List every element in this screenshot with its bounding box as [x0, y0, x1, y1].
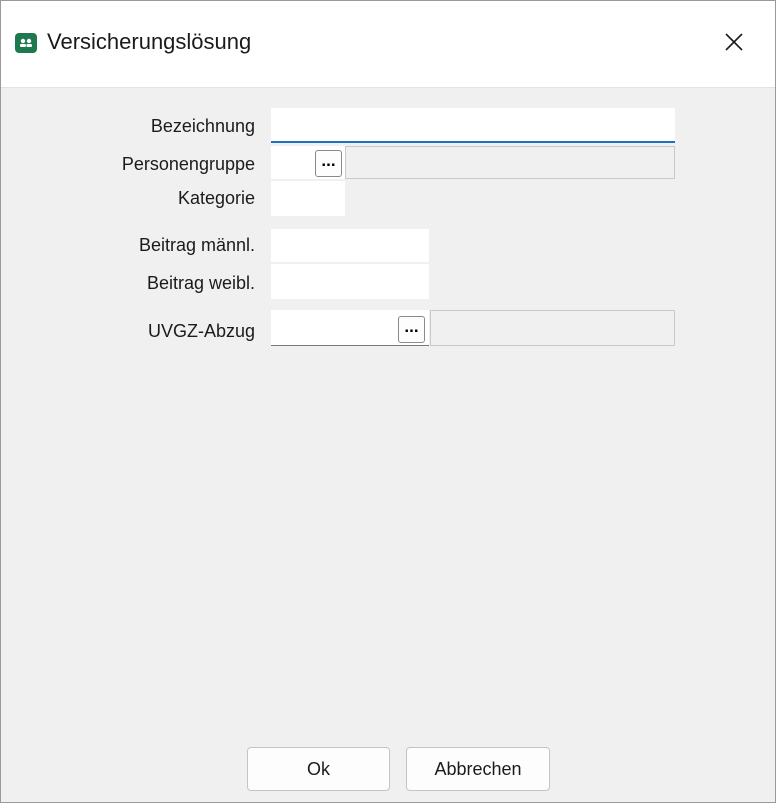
dialog-window: Versicherungslösung Bezeichnung Personen…	[0, 0, 776, 803]
ok-button[interactable]: Ok	[247, 747, 390, 791]
close-icon	[725, 33, 743, 51]
personengruppe-label: Personengruppe	[121, 154, 255, 174]
people-group-icon	[15, 33, 37, 53]
beitrag-weibl-input[interactable]	[271, 264, 429, 299]
uvgz-abzug-label: UVGZ-Abzug	[147, 321, 255, 341]
beitrag-weibl-label: Beitrag weibl.	[146, 273, 255, 293]
uvgz-abzug-description	[430, 310, 675, 346]
bezeichnung-input[interactable]	[271, 108, 675, 143]
window-title: Versicherungslösung	[47, 29, 252, 54]
kategorie-label: Kategorie	[177, 188, 255, 208]
uvgz-abzug-browse-button[interactable]: ...	[398, 316, 425, 343]
beitrag-maennl-label: Beitrag männl.	[138, 235, 255, 255]
beitrag-maennl-input[interactable]	[271, 229, 429, 262]
personengruppe-browse-button[interactable]: ...	[315, 150, 342, 177]
cancel-button[interactable]: Abbrechen	[406, 747, 550, 791]
personengruppe-description	[345, 146, 675, 179]
bezeichnung-label: Bezeichnung	[150, 116, 255, 136]
title-bar[interactable]: Versicherungslösung	[1, 1, 775, 88]
close-button[interactable]	[697, 1, 775, 87]
kategorie-input[interactable]	[271, 181, 345, 216]
